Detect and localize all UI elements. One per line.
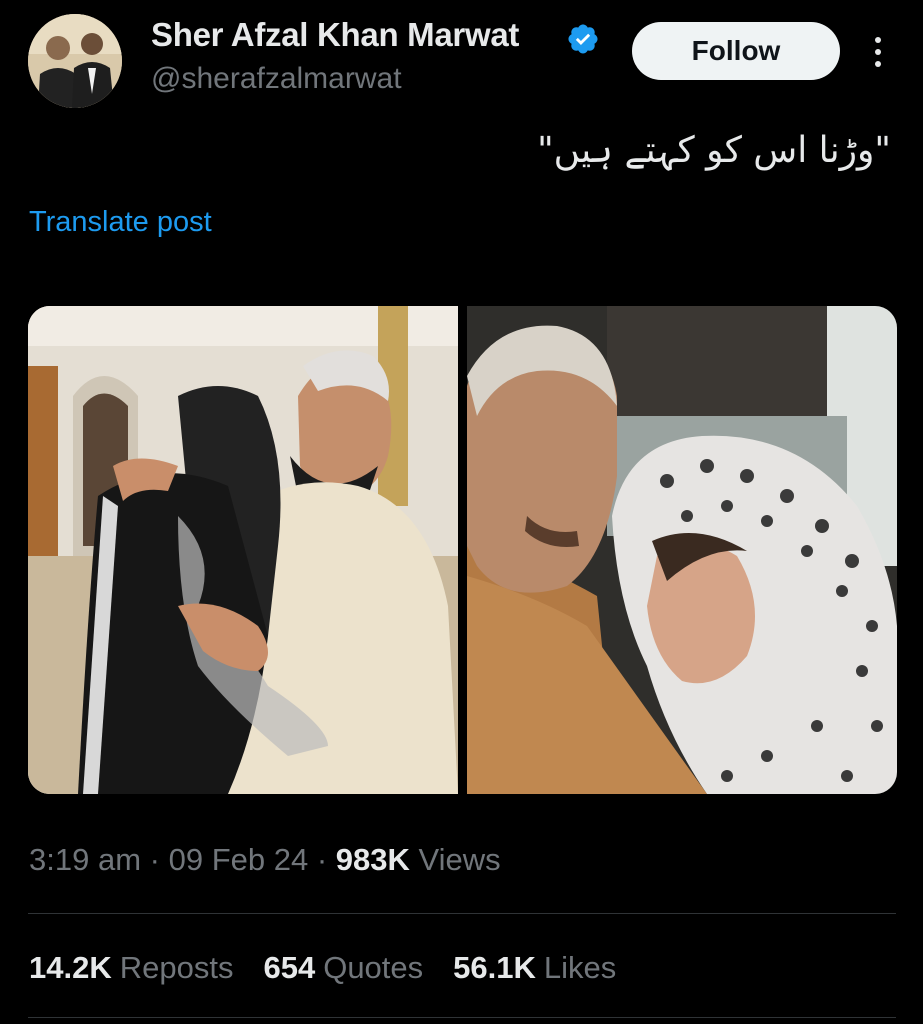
likes-count: 56.1K — [453, 950, 536, 985]
likes-stat[interactable]: 56.1K Likes — [453, 950, 616, 986]
post-date[interactable]: 09 Feb 24 — [169, 842, 309, 877]
quotes-count: 654 — [263, 950, 316, 985]
avatar[interactable] — [28, 14, 122, 108]
photo-embrace-right — [467, 306, 897, 794]
likes-label: Likes — [543, 950, 617, 985]
meta-separator: · — [316, 842, 328, 877]
avatar-image — [28, 14, 122, 108]
views-count: 983K — [335, 842, 410, 877]
post-text: "وڑنا اس کو کہتے ہیں" — [537, 130, 891, 171]
verified-badge-icon — [568, 24, 598, 54]
meta-separator: · — [149, 842, 160, 877]
quotes-label: Quotes — [323, 950, 424, 985]
divider — [28, 913, 896, 914]
quotes-stat[interactable]: 654 Quotes — [263, 950, 423, 986]
post-image-left[interactable] — [28, 306, 458, 794]
handle[interactable]: @sherafzalmarwat — [151, 62, 402, 96]
translate-post-link[interactable]: Translate post — [29, 206, 212, 239]
views-label: Views — [418, 842, 501, 877]
display-name[interactable]: Sher Afzal Khan Marwat — [151, 16, 519, 54]
engagement-stats: 14.2K Reposts 654 Quotes 56.1K Likes — [29, 950, 616, 986]
divider — [28, 1017, 896, 1018]
post-image-right[interactable] — [467, 306, 897, 794]
more-options-icon[interactable] — [866, 32, 890, 72]
reposts-count: 14.2K — [29, 950, 112, 985]
reposts-stat[interactable]: 14.2K Reposts — [29, 950, 233, 986]
post-time[interactable]: 3:19 am — [29, 842, 141, 877]
photo-embrace-left — [28, 306, 458, 794]
reposts-label: Reposts — [119, 950, 234, 985]
follow-button[interactable]: Follow — [632, 22, 840, 80]
post-meta: 3:19 am · 09 Feb 24 · 983K Views — [29, 842, 501, 878]
